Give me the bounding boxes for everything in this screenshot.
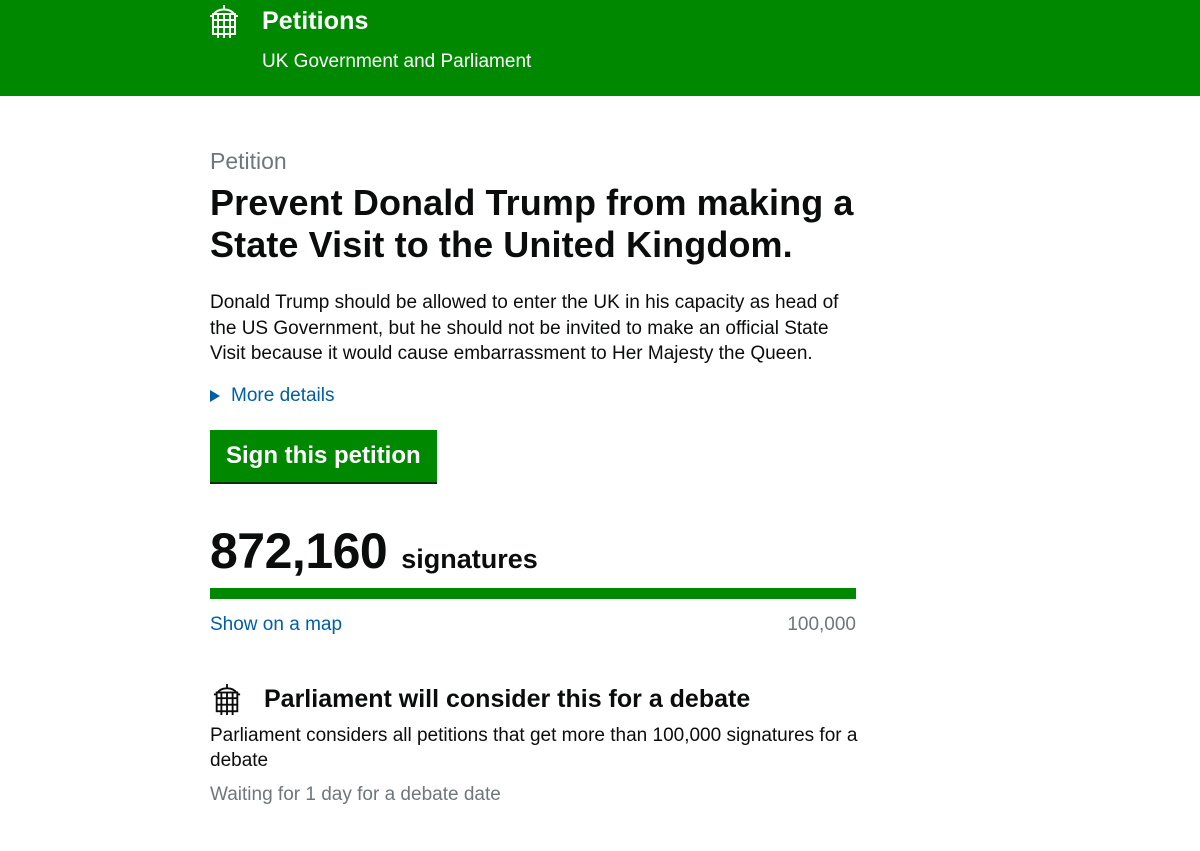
debate-heading-title: Parliament will consider this for a deba… [264, 685, 751, 713]
site-header: Petitions UK Government and Parliament [0, 0, 1200, 96]
signature-progress-bar [210, 587, 856, 599]
more-details-label: More details [231, 384, 335, 406]
more-details-toggle[interactable]: More details [210, 384, 860, 408]
petition-title: Prevent Donald Trump from making a State… [210, 182, 854, 265]
petition-kicker: Petition [210, 148, 287, 174]
petition-main: Petition Prevent Donald Trump from makin… [210, 148, 860, 806]
petition-description: Donald Trump should be allowed to enter … [210, 292, 839, 364]
portcullis-icon[interactable] [208, 4, 240, 40]
sign-petition-button[interactable]: Sign this petition [210, 429, 437, 482]
debate-status: Waiting for 1 day for a debate date [210, 783, 501, 805]
debate-heading: Parliament will consider this for a deba… [210, 682, 860, 718]
signature-progress-fill [210, 587, 856, 599]
signature-threshold: 100,000 [787, 613, 856, 635]
site-title[interactable]: Petitions [262, 7, 368, 36]
portcullis-icon [213, 683, 241, 715]
signature-count-row: 872,160 signatures [210, 522, 860, 579]
debate-description: Parliament considers all petitions that … [210, 724, 858, 772]
disclosure-triangle-icon [210, 389, 220, 402]
show-on-map-link[interactable]: Show on a map [210, 614, 342, 636]
signature-label: signatures [401, 543, 538, 574]
site-subtitle[interactable]: UK Government and Parliament [262, 51, 531, 73]
map-row: Show on a map 100,000 [210, 614, 856, 636]
signature-count: 872,160 [210, 522, 388, 579]
